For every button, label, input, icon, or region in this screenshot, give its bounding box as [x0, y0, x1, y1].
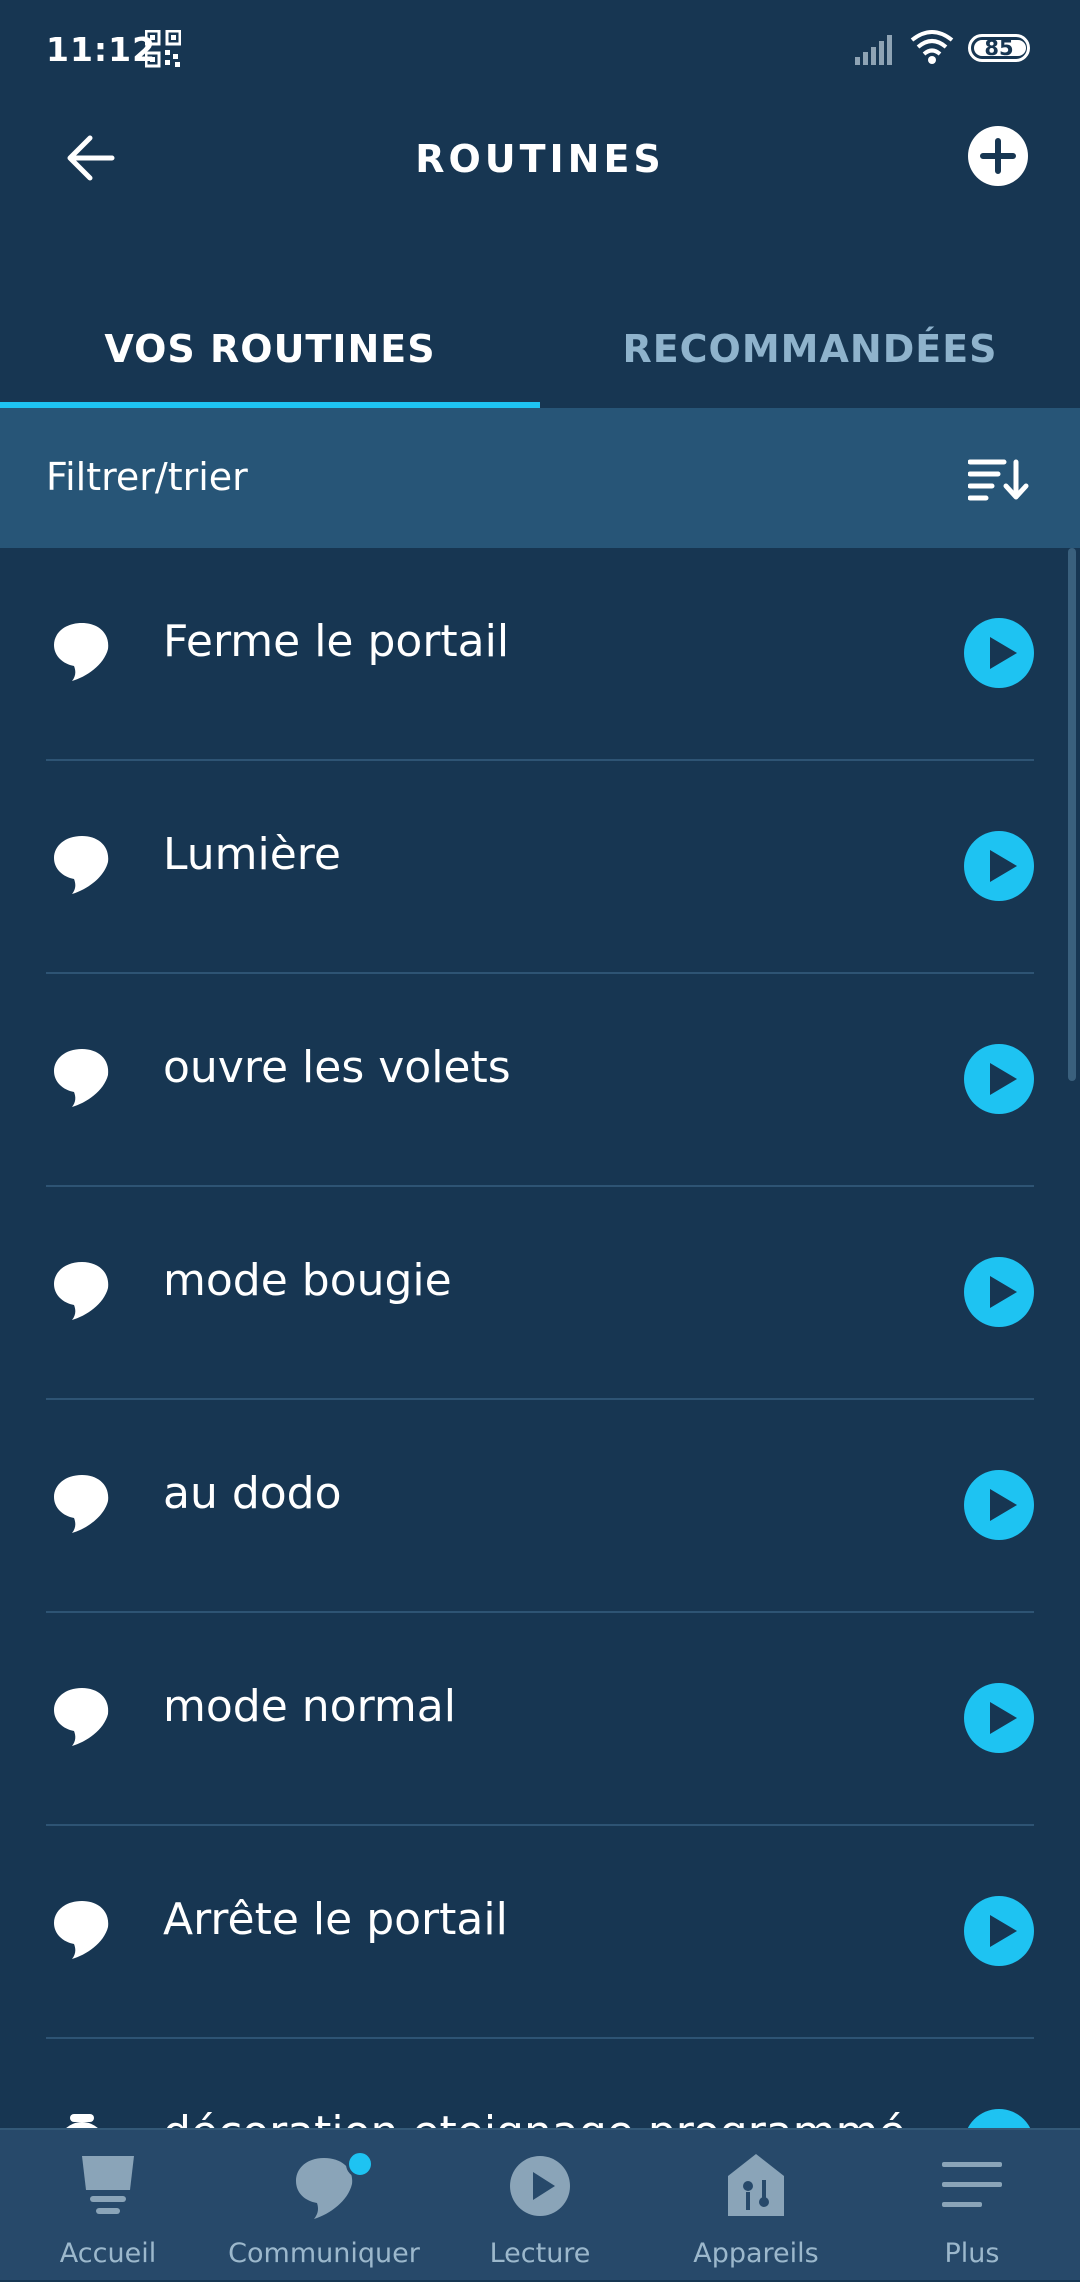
tab-recommandees[interactable]: RECOMMANDÉES	[540, 290, 1080, 408]
wifi-icon	[910, 30, 954, 64]
nav-communiquer[interactable]: Communiquer	[216, 2130, 432, 2282]
list-item[interactable]: Ferme le portail	[0, 548, 1080, 761]
play-routine-button[interactable]	[964, 1470, 1034, 1540]
scrollbar[interactable]	[1068, 548, 1076, 1081]
battery-indicator: 85	[968, 34, 1030, 62]
routine-list: Ferme le portail Lumière ouvre les volet…	[0, 548, 1080, 2128]
nav-label: Lecture	[489, 2238, 591, 2269]
nav-label: Communiquer	[228, 2238, 420, 2269]
speech-bubble-icon	[54, 1262, 109, 1320]
list-item[interactable]: au dodo	[0, 1400, 1080, 1613]
speech-bubble-icon	[54, 836, 109, 894]
menu-icon	[942, 2162, 1002, 2207]
plus-icon	[980, 138, 1016, 174]
notification-badge	[346, 2150, 374, 2178]
play-routine-button[interactable]	[964, 831, 1034, 901]
play-routine-button[interactable]	[964, 618, 1034, 688]
nav-appareils[interactable]: Appareils	[648, 2130, 864, 2282]
home-icon	[82, 2156, 134, 2214]
speech-bubble-icon	[54, 1049, 109, 1107]
qr-code-icon	[145, 30, 181, 68]
play-icon	[510, 2156, 570, 2216]
routine-name: Ferme le portail	[163, 616, 510, 667]
tab-vos-routines[interactable]: VOS ROUTINES	[0, 290, 540, 408]
nav-lecture[interactable]: Lecture	[432, 2130, 648, 2282]
add-routine-button[interactable]	[968, 126, 1028, 186]
list-item[interactable]: mode normal	[0, 1613, 1080, 1826]
routine-name: au dodo	[163, 1468, 342, 1519]
play-routine-button[interactable]	[964, 2109, 1034, 2128]
tab-bar: VOS ROUTINES RECOMMANDÉES	[0, 290, 1080, 408]
list-item[interactable]: Lumière	[0, 761, 1080, 974]
page-title: ROUTINES	[415, 137, 665, 181]
app-header: ROUTINES	[0, 100, 1080, 215]
sort-icon[interactable]	[968, 456, 1030, 502]
speech-bubble-icon	[54, 1475, 109, 1533]
nav-label: Plus	[944, 2238, 1000, 2269]
list-item[interactable]: décoration eteignage programmé	[0, 2039, 1080, 2128]
status-bar: 11:12 85	[0, 0, 1080, 100]
nav-label: Accueil	[59, 2238, 157, 2269]
filter-sort-bar[interactable]: Filtrer/trier	[0, 408, 1080, 548]
bottom-navigation: Accueil Communiquer Lecture Appareils Pl…	[0, 2128, 1080, 2280]
play-routine-button[interactable]	[964, 1044, 1034, 1114]
filter-sort-label: Filtrer/trier	[46, 455, 248, 499]
speech-bubble-icon	[54, 623, 109, 681]
play-routine-button[interactable]	[964, 1896, 1034, 1966]
list-item[interactable]: Arrête le portail	[0, 1826, 1080, 2039]
devices-icon	[728, 2154, 784, 2216]
signal-icon	[855, 35, 892, 65]
routine-name: décoration eteignage programmé	[163, 2107, 906, 2128]
nav-accueil[interactable]: Accueil	[0, 2130, 216, 2282]
list-item[interactable]: mode bougie	[0, 1187, 1080, 1400]
status-time: 11:12	[46, 30, 157, 69]
nav-label: Appareils	[693, 2238, 819, 2269]
routine-name: Lumière	[163, 829, 341, 880]
routine-name: mode bougie	[163, 1255, 452, 1306]
speech-bubble-icon	[54, 1901, 109, 1959]
play-routine-button[interactable]	[964, 1683, 1034, 1753]
routine-name: ouvre les volets	[163, 1042, 511, 1093]
play-routine-button[interactable]	[964, 1257, 1034, 1327]
nav-plus[interactable]: Plus	[864, 2130, 1080, 2282]
list-item[interactable]: ouvre les volets	[0, 974, 1080, 1187]
clock-icon	[66, 2114, 98, 2128]
routine-name: Arrête le portail	[163, 1894, 508, 1945]
speech-bubble-icon	[54, 1688, 109, 1746]
battery-level: 85	[984, 36, 1014, 60]
routine-name: mode normal	[163, 1681, 456, 1732]
